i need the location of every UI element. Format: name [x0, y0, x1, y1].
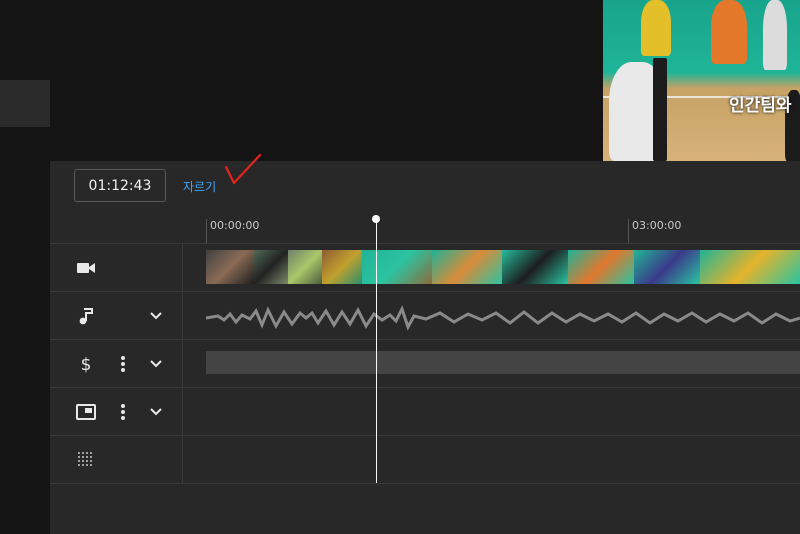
ruler-label-3h: 03:00:00: [632, 219, 682, 232]
current-time-display[interactable]: 01:12:43: [74, 169, 166, 202]
chevron-down-icon[interactable]: [148, 403, 164, 419]
timeline-ruler[interactable]: 00:00:00 03:00:00: [183, 211, 800, 243]
video-camera-icon: [77, 263, 95, 273]
playhead-line[interactable]: [376, 219, 377, 483]
preview-figure-yellow: [641, 0, 671, 56]
svg-text:$: $: [81, 355, 92, 374]
ruler-tick-start: [206, 219, 207, 243]
preview-camera-tripod: [653, 58, 667, 161]
left-strip: [0, 161, 50, 534]
video-frame: [502, 250, 569, 284]
track-video-header: [50, 244, 183, 291]
video-frame: [362, 250, 433, 284]
playhead-handle[interactable]: [372, 215, 380, 223]
annotation-checkmark: [224, 153, 262, 185]
chevron-down-icon[interactable]: [148, 307, 164, 323]
video-frame: [254, 250, 289, 284]
video-frame: [568, 250, 635, 284]
track-blur-header: [50, 436, 183, 483]
preview-caption: 인간팀와: [729, 96, 792, 116]
ruler-label-start: 00:00:00: [210, 219, 260, 232]
chevron-down-icon[interactable]: [148, 355, 164, 371]
blur-grid-icon: [78, 452, 92, 466]
video-frame: [700, 250, 800, 284]
track-end-screen-header: [50, 388, 183, 435]
video-preview[interactable]: 인간팀와: [603, 0, 800, 161]
end-screen-icon: [76, 404, 96, 420]
audio-waveform[interactable]: [206, 301, 800, 335]
more-vert-icon[interactable]: [120, 402, 126, 422]
video-frame: [432, 250, 503, 284]
trim-button[interactable]: 자르기: [183, 178, 216, 195]
preview-figure-player: [763, 0, 787, 70]
video-frame: [288, 250, 323, 284]
music-note-icon: [79, 308, 93, 325]
track-end-screen[interactable]: [50, 387, 800, 435]
preview-figure-orange: [711, 0, 747, 64]
video-frame: [206, 250, 255, 284]
timeline-editor: 01:12:43 자르기 00:00:00 03:00:00 $: [50, 153, 800, 534]
more-vert-icon[interactable]: [120, 354, 126, 374]
video-frame: [322, 250, 363, 284]
track-monetization-header: $: [50, 340, 183, 387]
track-blur[interactable]: [50, 435, 800, 484]
video-frame: [634, 250, 701, 284]
track-audio-header: [50, 292, 183, 339]
video-thumbnail-strip[interactable]: [206, 250, 800, 284]
ruler-tick-3h: [628, 219, 629, 243]
left-nav-selected[interactable]: [0, 80, 50, 127]
monetization-bar[interactable]: [206, 351, 800, 374]
dollar-icon: $: [81, 355, 92, 374]
